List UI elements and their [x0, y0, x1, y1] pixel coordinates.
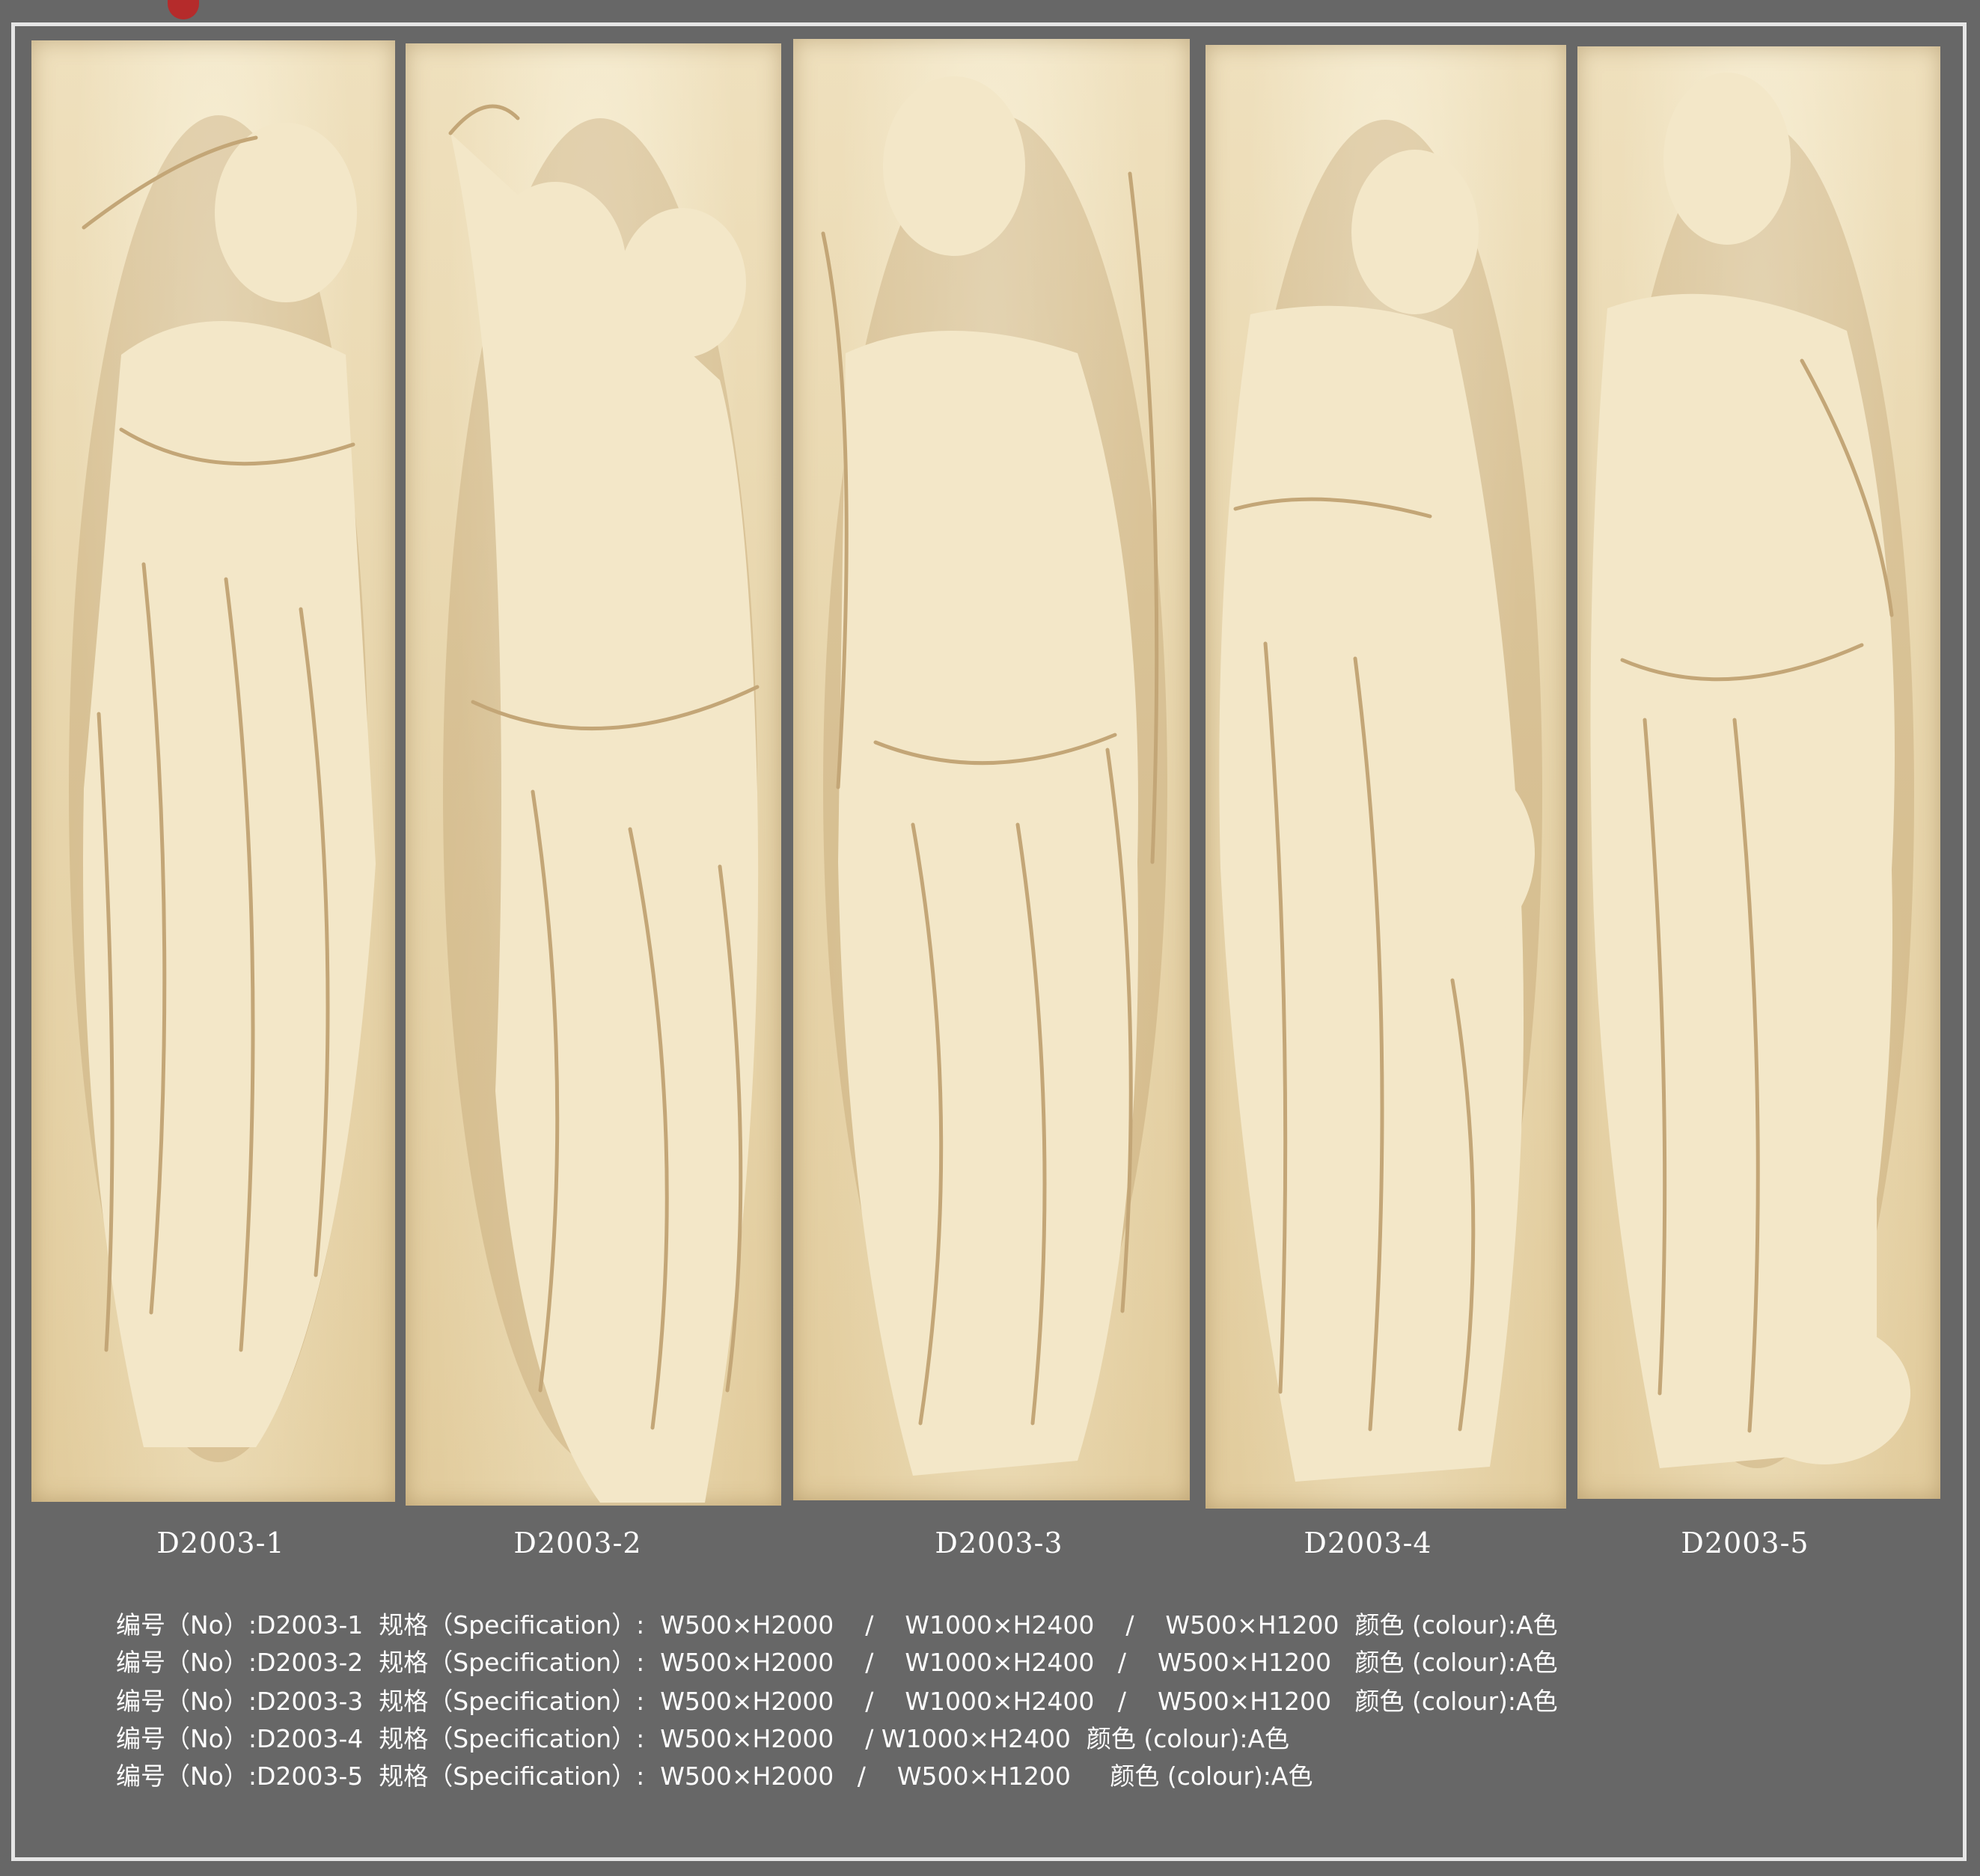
- relief-figure-4: [1219, 120, 1542, 1482]
- spec-line-4: 编号（No）:D2003-4 规格（Specification）: W500×H…: [116, 1724, 1290, 1753]
- relief-figure-3: [821, 76, 1167, 1476]
- relief-figure-5: [1590, 73, 1914, 1468]
- relief-figure-1: [69, 115, 376, 1462]
- spec-line-5: 编号（No）:D2003-5 规格（Specification）: W500×H…: [116, 1762, 1313, 1791]
- relief-panel-4: [1206, 45, 1566, 1509]
- panel-caption-5: D2003-5: [1681, 1527, 1809, 1559]
- pin-marker: [168, 0, 199, 19]
- panel-caption-4: D2003-4: [1304, 1527, 1432, 1559]
- relief-figure-2: [443, 104, 760, 1503]
- relief-panel-5: [1577, 46, 1940, 1499]
- panel-caption-1: D2003-1: [156, 1527, 285, 1559]
- spec-line-3: 编号（No）:D2003-3 规格（Specification）: W500×H…: [116, 1687, 1558, 1716]
- spec-line-2: 编号（No）:D2003-2 规格（Specification）: W500×H…: [116, 1648, 1558, 1677]
- panel-caption-3: D2003-3: [935, 1527, 1063, 1559]
- relief-panel-3: [793, 39, 1190, 1500]
- spec-line-1: 编号（No）:D2003-1 规格（Specification）: W500×H…: [116, 1610, 1558, 1640]
- relief-panel-2: [406, 43, 781, 1506]
- relief-panel-1: [31, 40, 395, 1502]
- panel-caption-2: D2003-2: [513, 1527, 642, 1559]
